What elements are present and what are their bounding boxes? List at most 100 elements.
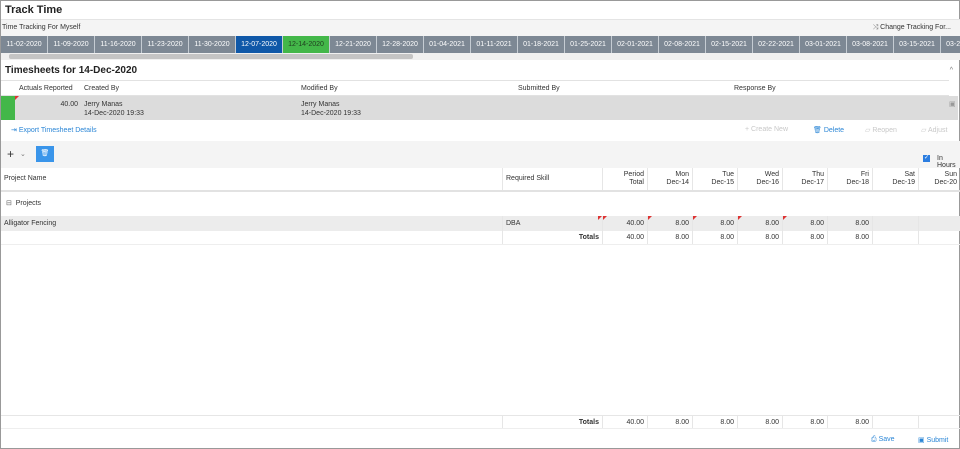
- week-tab[interactable]: 03-08-2021: [847, 36, 894, 53]
- total-cell: [919, 416, 960, 428]
- column-header-text: Project Name: [4, 175, 46, 183]
- hours-cell[interactable]: 8.00: [693, 216, 738, 231]
- delete-button[interactable]: 🗑 Delete: [813, 126, 844, 134]
- delete-row-button[interactable]: 🗑: [36, 146, 54, 162]
- timesheet-row[interactable]: 40.00 Jerry Manas 14-Dec-2020 19:33 Jerry…: [1, 96, 958, 120]
- save-label: Save: [878, 436, 895, 443]
- week-tab[interactable]: 02-15-2021: [706, 36, 753, 53]
- required-skill-text: DBA: [506, 220, 521, 227]
- collapse-icon[interactable]: ^: [950, 67, 953, 74]
- export-button[interactable]: ⇥ Export Timesheet Details: [11, 126, 97, 134]
- column-header-line1: Required Skill: [506, 175, 550, 182]
- save-button[interactable]: ⎙ Save: [871, 436, 895, 444]
- chevron-down-icon[interactable]: ⌄: [20, 150, 26, 158]
- empty-cell: [1, 416, 503, 428]
- column-header-line1: Mon: [675, 171, 689, 178]
- reopen-button[interactable]: ▱ Reopen: [865, 126, 897, 134]
- column-header-line2: Total: [629, 179, 644, 186]
- week-tab[interactable]: 02-22-2021: [753, 36, 800, 53]
- column-header-line1: Sat: [904, 171, 915, 178]
- add-icon[interactable]: +: [7, 147, 14, 161]
- week-tab[interactable]: 01-04-2021: [424, 36, 471, 53]
- total-value: 8.00: [855, 418, 869, 426]
- status-indicator: [1, 96, 15, 120]
- group-label: Projects: [15, 200, 42, 207]
- week-tab[interactable]: 01-11-2021: [471, 36, 518, 53]
- export-label: Export Timesheet Details: [18, 127, 97, 134]
- trash-icon: 🗑: [813, 127, 822, 134]
- week-tab[interactable]: 03-15-2021: [894, 36, 941, 53]
- scrollbar-thumb[interactable]: [9, 54, 413, 59]
- column-header: Period Total: [603, 168, 648, 190]
- hours-cell[interactable]: 40.00: [603, 216, 648, 231]
- column-header-line1: Sun: [944, 171, 957, 178]
- hours-cell[interactable]: 8.00: [648, 216, 693, 231]
- week-tab[interactable]: 02-08-2021: [659, 36, 706, 53]
- week-tab[interactable]: 03-22-2021: [941, 36, 960, 53]
- week-tab[interactable]: 11-09-2020: [48, 36, 95, 53]
- total-cell: 40.00: [603, 416, 648, 428]
- adjust-button[interactable]: ▱ Adjust: [921, 126, 947, 134]
- footer-totals-row: Totals 40.00 8.00 8.00 8.00 8.00 8.00: [1, 415, 960, 429]
- required-skill: DBA: [503, 216, 603, 231]
- group-projects[interactable]: ⊟ Projects: [6, 199, 41, 207]
- total-value: 40.00: [626, 418, 644, 426]
- column-header-line1: Fri: [860, 171, 869, 178]
- total-cell: [919, 231, 960, 244]
- column-header: Thu Dec-17: [783, 168, 828, 190]
- totals-label-text: Totals: [578, 418, 599, 426]
- grid-toolbar: + ⌄ 🗑 ✓ In Hours: [1, 141, 960, 169]
- col-actuals: Actuals Reported: [19, 85, 73, 92]
- hours-value: 8.00: [675, 220, 689, 227]
- changed-marker: [783, 216, 787, 220]
- table-row[interactable]: Alligator Fencing DBA 40.00 8.00 8.00 8.00 8.0…: [1, 216, 960, 231]
- column-header-line2: Dec-17: [801, 179, 824, 186]
- total-cell: 40.00: [603, 231, 648, 244]
- week-tab[interactable]: 12-28-2020: [377, 36, 424, 53]
- week-tab[interactable]: 11-23-2020: [142, 36, 189, 53]
- week-scrollbar[interactable]: [1, 53, 960, 60]
- project-name[interactable]: Alligator Fencing: [1, 216, 503, 231]
- create-new-button[interactable]: + Create New: [745, 126, 788, 133]
- submit-label: Submit: [926, 437, 949, 444]
- column-header-text: Period Total: [624, 171, 644, 187]
- total-cell: 8.00: [738, 231, 783, 244]
- week-tab[interactable]: 11-30-2020: [189, 36, 236, 53]
- modified-by-name: Jerry Manas: [301, 101, 340, 108]
- hours-cell[interactable]: [873, 216, 919, 231]
- hours-cell[interactable]: 8.00: [738, 216, 783, 231]
- total-cell: 8.00: [783, 231, 828, 244]
- week-tab[interactable]: 01-18-2021: [518, 36, 565, 53]
- tracking-bar: Time Tracking For Myself ⤨ Change Tracki…: [1, 19, 960, 36]
- week-tab[interactable]: 11-16-2020: [95, 36, 142, 53]
- total-cell: 8.00: [693, 231, 738, 244]
- total-value: 8.00: [675, 234, 689, 241]
- column-header: Required Skill: [503, 168, 603, 190]
- week-tab[interactable]: 01-25-2021: [565, 36, 612, 53]
- in-hours-checkbox[interactable]: ✓: [923, 155, 930, 162]
- week-tab[interactable]: 12-21-2020: [330, 36, 377, 53]
- changed-marker: [648, 216, 652, 220]
- total-cell: 8.00: [783, 416, 828, 428]
- column-header-text: Sat Dec-19: [892, 171, 915, 187]
- hours-cell[interactable]: 8.00: [828, 216, 873, 231]
- column-header-line2: Dec-16: [756, 179, 779, 186]
- submit-button[interactable]: ▣ Submit: [918, 436, 948, 444]
- week-tab[interactable]: 02-01-2021: [612, 36, 659, 53]
- total-value: 8.00: [675, 418, 689, 426]
- week-tab[interactable]: 03-01-2021: [800, 36, 847, 53]
- col-modified-by: Modified By: [301, 85, 338, 92]
- change-tracking-button[interactable]: ⤨ Change Tracking For...: [873, 24, 951, 32]
- week-tab[interactable]: 12-07-2020: [236, 36, 283, 53]
- week-tab[interactable]: 12-14-2020: [283, 36, 330, 53]
- hours-cell[interactable]: 8.00: [783, 216, 828, 231]
- hours-cell[interactable]: [919, 216, 960, 231]
- in-hours-label: In Hours: [937, 155, 956, 169]
- expand-icon[interactable]: ▣: [949, 100, 956, 109]
- total-value: 8.00: [765, 234, 779, 241]
- week-tab[interactable]: 11-02-2020: [1, 36, 48, 53]
- collapse-group-icon[interactable]: ⊟: [6, 200, 12, 207]
- total-cell: 8.00: [693, 416, 738, 428]
- column-header-line2: Dec-19: [892, 179, 915, 186]
- week-tabs: 11-02-2020 11-09-2020 11-16-2020 11-23-2020…: [1, 36, 960, 53]
